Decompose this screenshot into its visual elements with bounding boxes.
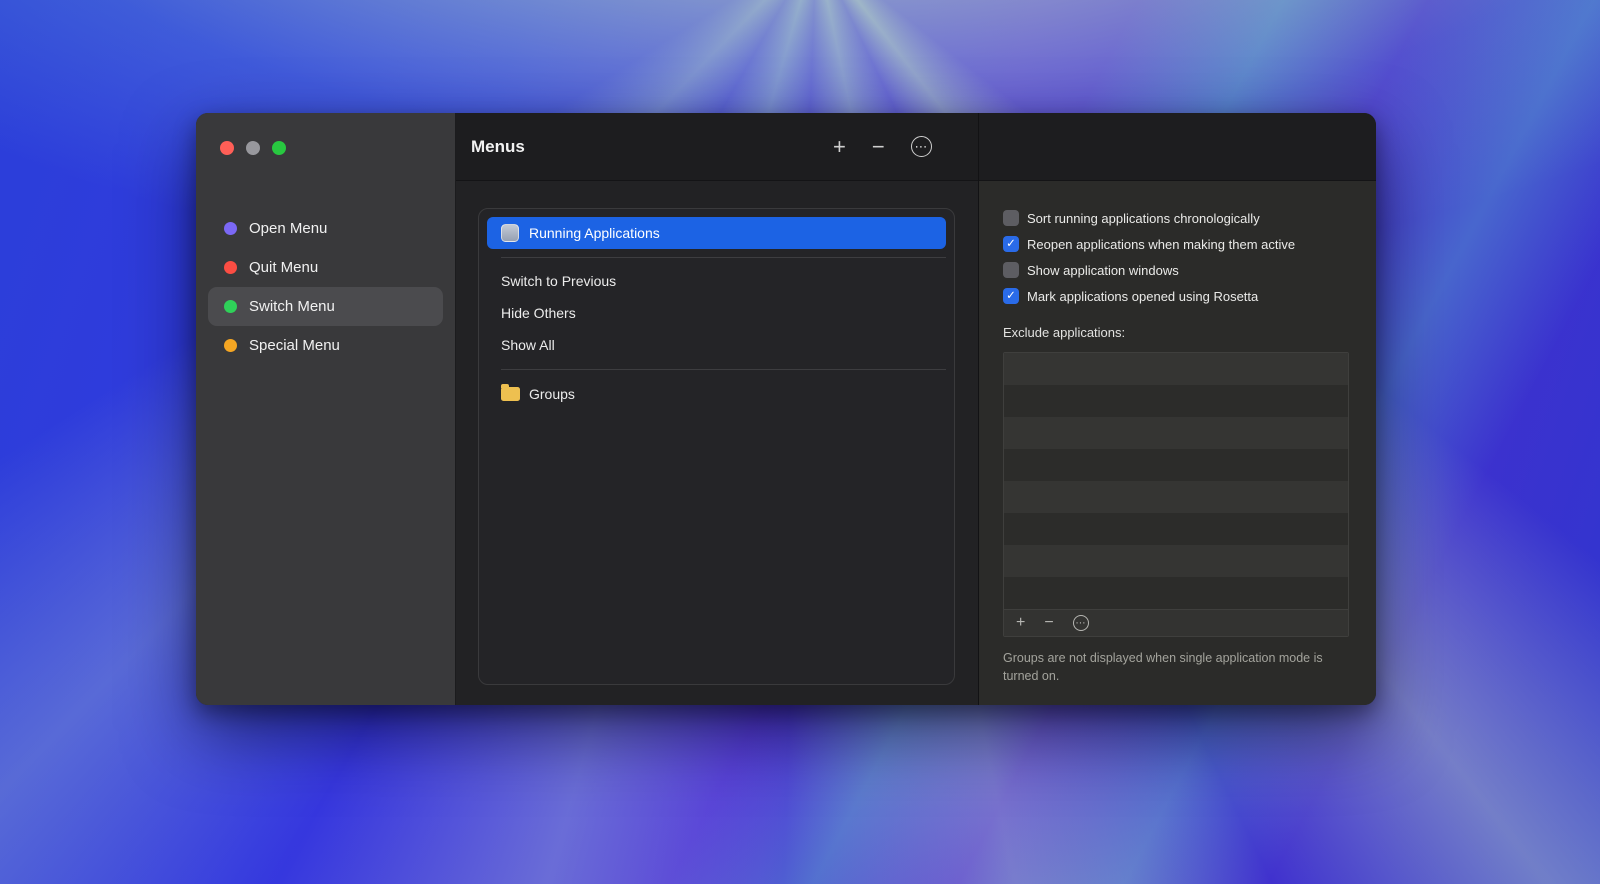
- list-item[interactable]: Show All: [479, 329, 954, 361]
- details-panel: Sort running applications chronologicall…: [979, 181, 1376, 705]
- list-item[interactable]: Hide Others: [479, 297, 954, 329]
- checkbox[interactable]: [1003, 210, 1019, 226]
- list-item-label: Hide Others: [501, 305, 576, 321]
- exclude-list-row: [1004, 353, 1348, 385]
- groups-footnote: Groups are not displayed when single app…: [1003, 649, 1349, 685]
- exclude-list-row: [1004, 513, 1348, 545]
- list-item-label: Switch to Previous: [501, 273, 616, 289]
- exclude-more-button[interactable]: ⋯: [1073, 615, 1089, 631]
- sidebar-item-label: Special Menu: [249, 337, 340, 354]
- menu-items-list: Running Applications Switch to Previous …: [478, 208, 955, 685]
- menu-color-dot: [224, 300, 237, 313]
- sidebar: Open Menu Quit Menu Switch Menu Special …: [196, 113, 455, 705]
- checkbox-row[interactable]: ✓ Mark applications opened using Rosetta: [1003, 283, 1376, 309]
- close-button[interactable]: [220, 141, 234, 155]
- sidebar-item[interactable]: Open Menu: [208, 209, 443, 248]
- app-window: Open Menu Quit Menu Switch Menu Special …: [196, 113, 1376, 705]
- checkbox[interactable]: ✓: [1003, 236, 1019, 252]
- folder-icon: [501, 387, 520, 401]
- exclude-list-row: [1004, 385, 1348, 417]
- add-menu-item-button[interactable]: +: [833, 136, 846, 158]
- list-item-groups[interactable]: Groups: [479, 378, 954, 410]
- list-item-running-applications[interactable]: Running Applications: [487, 217, 946, 249]
- titlebar[interactable]: Menus + − ⋯: [455, 113, 1376, 181]
- sidebar-item-label: Open Menu: [249, 220, 327, 237]
- window-controls: [220, 141, 286, 155]
- sidebar-item[interactable]: Switch Menu: [208, 287, 443, 326]
- list-item-label: Show All: [501, 337, 555, 353]
- menu-color-dot: [224, 222, 237, 235]
- sidebar-divider: [455, 113, 456, 705]
- menus-panel: Running Applications Switch to Previous …: [455, 181, 978, 705]
- list-item[interactable]: Switch to Previous: [479, 265, 954, 297]
- exclude-list-row: [1004, 449, 1348, 481]
- checkbox-label: Sort running applications chronologicall…: [1027, 211, 1260, 226]
- menu-color-dot: [224, 261, 237, 274]
- app-grid-icon: [501, 224, 519, 242]
- checkbox-label: Reopen applications when making them act…: [1027, 237, 1295, 252]
- checkbox[interactable]: ✓: [1003, 288, 1019, 304]
- checkbox[interactable]: [1003, 262, 1019, 278]
- more-options-button[interactable]: ⋯: [911, 136, 932, 157]
- remove-excluded-app-button[interactable]: −: [1044, 615, 1053, 631]
- list-divider: [501, 257, 946, 258]
- page-title: Menus: [471, 113, 525, 181]
- list-item-label: Groups: [529, 386, 575, 402]
- titlebar-toolbar: + − ⋯: [833, 113, 932, 180]
- sidebar-item[interactable]: Special Menu: [208, 326, 443, 365]
- menu-actions-group: Switch to Previous Hide Others Show All: [479, 265, 954, 361]
- exclude-applications-label: Exclude applications:: [1003, 325, 1376, 340]
- remove-menu-item-button[interactable]: −: [872, 136, 885, 158]
- exclude-list-rows: [1004, 353, 1348, 609]
- checkbox-row[interactable]: ✓ Reopen applications when making them a…: [1003, 231, 1376, 257]
- checkbox-label: Show application windows: [1027, 263, 1179, 278]
- panel-divider: [978, 113, 979, 705]
- exclude-list-row: [1004, 577, 1348, 609]
- exclude-list-row: [1004, 481, 1348, 513]
- zoom-button[interactable]: [272, 141, 286, 155]
- sidebar-item-label: Quit Menu: [249, 259, 318, 276]
- list-divider: [501, 369, 946, 370]
- sidebar-item-label: Switch Menu: [249, 298, 335, 315]
- desktop-wallpaper: Open Menu Quit Menu Switch Menu Special …: [0, 0, 1600, 884]
- exclude-list-row: [1004, 417, 1348, 449]
- menu-color-dot: [224, 339, 237, 352]
- exclude-applications-list[interactable]: + − ⋯: [1003, 352, 1349, 637]
- checkbox-row[interactable]: Show application windows: [1003, 257, 1376, 283]
- sidebar-item[interactable]: Quit Menu: [208, 248, 443, 287]
- exclude-list-row: [1004, 545, 1348, 577]
- add-excluded-app-button[interactable]: +: [1016, 615, 1025, 631]
- sidebar-menu-list: Open Menu Quit Menu Switch Menu Special …: [196, 209, 455, 365]
- options-checkbox-group: Sort running applications chronologicall…: [979, 181, 1376, 309]
- checkbox-label: Mark applications opened using Rosetta: [1027, 289, 1258, 304]
- exclude-list-toolbar: + − ⋯: [1004, 609, 1348, 636]
- checkbox-row[interactable]: Sort running applications chronologicall…: [1003, 205, 1376, 231]
- list-item-label: Running Applications: [529, 225, 660, 241]
- minimize-button[interactable]: [246, 141, 260, 155]
